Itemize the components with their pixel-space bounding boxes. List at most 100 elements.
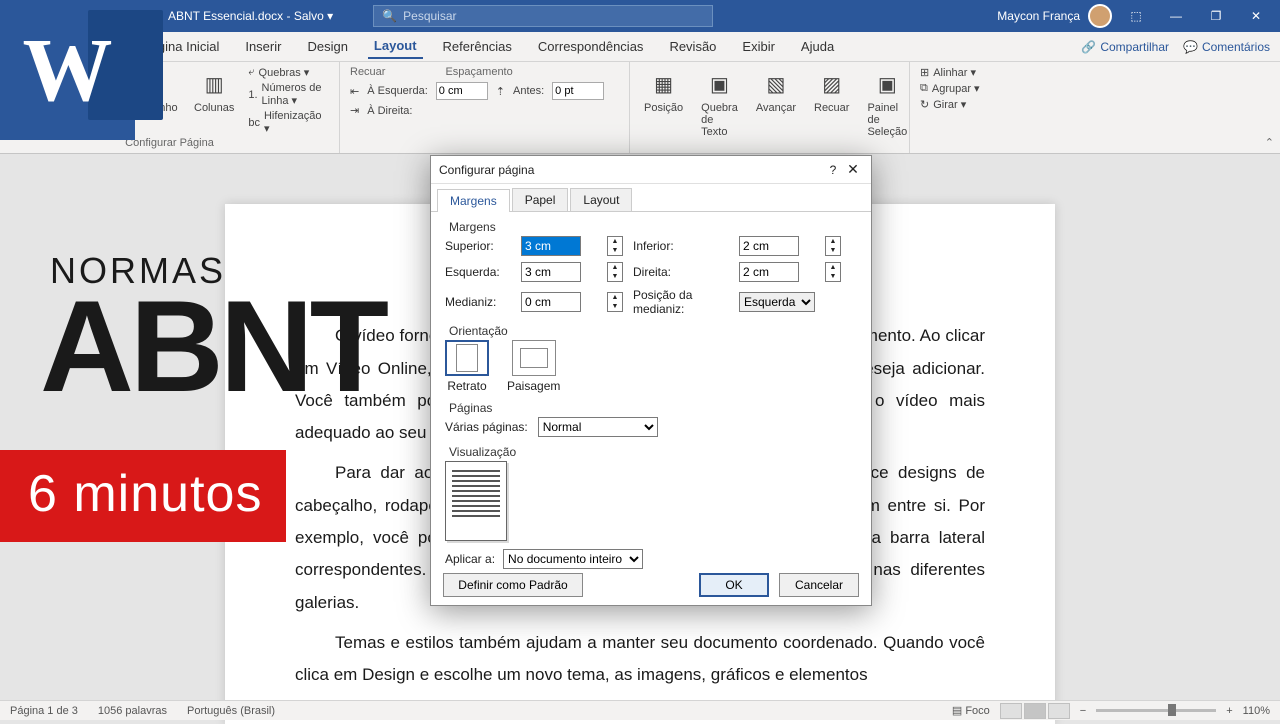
document-title: ABNT Essencial.docx - Salvo ▾ [168, 9, 333, 23]
view-read-icon[interactable] [1000, 703, 1022, 719]
label-varias-paginas: Várias páginas: [445, 420, 528, 434]
orientation-portrait[interactable]: Retrato [445, 340, 489, 393]
position-button[interactable]: ▦Posição [640, 66, 687, 116]
maximize-icon[interactable]: ❐ [1200, 9, 1232, 23]
dialog-tab-margens[interactable]: Margens [437, 189, 510, 212]
status-page[interactable]: Página 1 de 3 [10, 705, 78, 717]
hyphenation-icon: bc [248, 117, 260, 129]
select-varias-paginas[interactable]: Normal [538, 417, 658, 437]
dialog-tabs: Margens Papel Layout [431, 184, 871, 212]
select-aplicar-a[interactable]: No documento inteiro [503, 549, 643, 569]
dialog-tab-layout[interactable]: Layout [570, 188, 632, 211]
spacing-before-input[interactable] [552, 82, 604, 100]
group-objects-button[interactable]: ⧉Agrupar ▾ [920, 82, 980, 95]
view-print-icon[interactable] [1024, 703, 1046, 719]
send-backward-icon: ▨ [816, 68, 848, 100]
input-direita[interactable] [739, 262, 799, 282]
label-medianiz: Medianiz: [445, 295, 515, 309]
page-setup-dialog: Configurar página ? ✕ Margens Papel Layo… [430, 155, 872, 606]
spinner[interactable]: ▲▼ [607, 262, 623, 282]
search-box[interactable]: 🔍 Pesquisar [373, 5, 713, 27]
wrap-text-icon: ▣ [703, 68, 735, 100]
status-words[interactable]: 1056 palavras [98, 705, 167, 717]
label-direita: Direita: [633, 265, 733, 279]
zoom-level[interactable]: 110% [1243, 705, 1270, 717]
zoom-slider[interactable] [1096, 709, 1216, 712]
ribbon-display-icon[interactable]: ⬚ [1120, 9, 1152, 23]
search-icon: 🔍 [382, 9, 397, 23]
input-medianiz[interactable] [521, 292, 581, 312]
group-icon: ⧉ [920, 82, 928, 95]
dialog-titlebar: Configurar página ? ✕ [431, 156, 871, 184]
comments-button[interactable]: 💬Comentários [1183, 40, 1270, 54]
select-pos-medianiz[interactable]: Esquerda [739, 292, 815, 312]
window-titlebar: 🖫 ↶ ↷ ▾ ABNT Essencial.docx - Salvo ▾ 🔍 … [0, 0, 1280, 32]
dialog-help-icon[interactable]: ? [823, 163, 843, 177]
view-buttons [1000, 703, 1070, 719]
columns-button[interactable]: ▥Colunas [190, 66, 238, 116]
label-aplicar-a: Aplicar a: [445, 552, 495, 566]
status-lang[interactable]: Português (Brasil) [187, 705, 275, 717]
bring-forward-button[interactable]: ▧Avançar [752, 66, 800, 116]
send-backward-button[interactable]: ▨Recuar [810, 66, 853, 116]
set-default-button[interactable]: Definir como Padrão [443, 573, 583, 597]
indent-left-input[interactable] [436, 82, 488, 100]
line-numbers-button[interactable]: 1.Números de Linha ▾ [248, 82, 329, 107]
tab-help[interactable]: Ajuda [795, 35, 840, 58]
line-numbers-icon: 1. [248, 89, 257, 101]
label-superior: Superior: [445, 239, 515, 253]
status-bar: Página 1 de 3 1056 palavras Português (B… [0, 700, 1280, 720]
tab-design[interactable]: Design [301, 35, 353, 58]
tab-mailings[interactable]: Correspondências [532, 35, 650, 58]
label-pos-medianiz: Posição da medianiz: [633, 288, 733, 316]
user-account[interactable]: Maycon França ⬚ — ❐ ✕ [997, 4, 1272, 28]
minimize-icon[interactable]: — [1160, 9, 1192, 23]
position-icon: ▦ [648, 68, 680, 100]
selection-pane-icon: ▣ [871, 68, 903, 100]
ribbon-tabs: Página Inicial Inserir Design Layout Ref… [0, 32, 1280, 62]
overlay-text-time: 6 minutos [0, 450, 286, 542]
spinner[interactable]: ▲▼ [607, 236, 623, 256]
zoom-out-icon[interactable]: − [1080, 705, 1086, 717]
avatar [1088, 4, 1112, 28]
wrap-text-button[interactable]: ▣Quebra de Texto [697, 66, 742, 140]
overlay-text-abnt: ABNT [40, 275, 385, 418]
share-button[interactable]: 🔗Compartilhar [1081, 40, 1169, 54]
tab-view[interactable]: Exibir [736, 35, 781, 58]
label-esquerda: Esquerda: [445, 265, 515, 279]
spinner[interactable]: ▲▼ [825, 236, 841, 256]
hyphenation-button[interactable]: bcHifenização ▾ [248, 110, 329, 135]
input-superior[interactable] [521, 236, 581, 256]
spacing-before-icon: ⇡ [496, 85, 505, 98]
breaks-icon: ⤶ [248, 66, 254, 79]
dialog-close-icon[interactable]: ✕ [843, 161, 863, 178]
input-inferior[interactable] [739, 236, 799, 256]
cancel-button[interactable]: Cancelar [779, 573, 859, 597]
tab-insert[interactable]: Inserir [239, 35, 287, 58]
indent-right-icon: ⇥ [350, 104, 359, 117]
input-esquerda[interactable] [521, 262, 581, 282]
tab-references[interactable]: Referências [437, 35, 518, 58]
close-icon[interactable]: ✕ [1240, 9, 1272, 23]
collapse-ribbon-icon[interactable]: ⌃ [1265, 136, 1274, 149]
spinner[interactable]: ▲▼ [607, 292, 623, 312]
breaks-button[interactable]: ⤶Quebras ▾ [248, 66, 329, 79]
rotate-button[interactable]: ↻Girar ▾ [920, 98, 980, 111]
indent-left-icon: ⇤ [350, 85, 359, 98]
view-web-icon[interactable] [1048, 703, 1070, 719]
zoom-in-icon[interactable]: + [1226, 705, 1232, 717]
tab-layout[interactable]: Layout [368, 34, 423, 59]
align-icon: ⊞ [920, 66, 929, 79]
dialog-tab-papel[interactable]: Papel [512, 188, 569, 211]
focus-mode[interactable]: ▤ Foco [952, 704, 990, 717]
ribbon: ▦Margens ▭Orientação ▯Tamanho ▥Colunas ⤶… [0, 62, 1280, 154]
align-button[interactable]: ⊞Alinhar ▾ [920, 66, 980, 79]
spinner[interactable]: ▲▼ [825, 262, 841, 282]
orientation-landscape[interactable]: Paisagem [507, 340, 560, 393]
ok-button[interactable]: OK [699, 573, 769, 597]
preview-thumbnail [445, 461, 507, 541]
rotate-icon: ↻ [920, 98, 929, 111]
selection-pane-button[interactable]: ▣Painel de Seleção [863, 66, 911, 140]
doc-paragraph: Temas e estilos também ajudam a manter s… [295, 627, 985, 692]
tab-review[interactable]: Revisão [663, 35, 722, 58]
